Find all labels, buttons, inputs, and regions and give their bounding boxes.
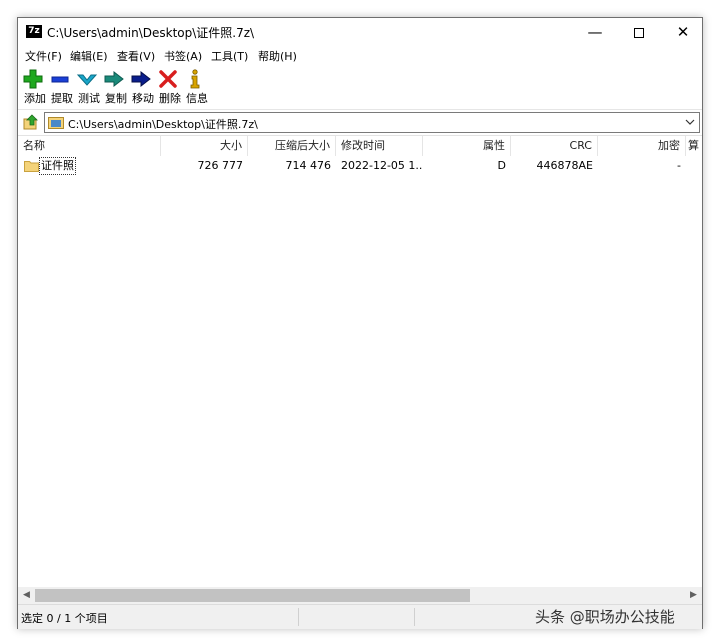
close-icon: ✕ <box>676 23 690 41</box>
column-packed-size[interactable]: 压缩后大小 <box>248 136 336 156</box>
table-row[interactable]: 证件照 726 777 714 476 2022-12-05 1... D 44… <box>18 156 702 176</box>
menu-view[interactable]: 查看(V) <box>117 48 155 64</box>
move-arrow-icon <box>131 70 151 88</box>
address-row: C:\Users\admin\Desktop\证件照.7z\ <box>18 111 702 135</box>
watermark: 头条 @职场办公技能 <box>535 608 675 626</box>
column-size[interactable]: 大小 <box>161 136 248 156</box>
column-method[interactable]: 算 <box>686 136 704 156</box>
column-modified[interactable]: 修改时间 <box>336 136 423 156</box>
folder-icon <box>24 161 39 172</box>
menu-bookmarks[interactable]: 书签(A) <box>164 48 202 64</box>
column-attributes[interactable]: 属性 <box>423 136 511 156</box>
minimize-button[interactable]: — <box>573 18 617 46</box>
archive-window: 7z C:\Users\admin\Desktop\证件照.7z\ — ✕ 文件… <box>17 17 703 629</box>
toolbar: 添加 提取 测试 复制 移动 删除 信息 <box>18 66 702 110</box>
test-icon <box>76 74 98 86</box>
delete-button[interactable]: 删除 <box>157 68 183 108</box>
menu-tools[interactable]: 工具(T) <box>211 48 248 64</box>
column-crc[interactable]: CRC <box>511 136 598 156</box>
go-up-folder-icon[interactable] <box>23 114 39 130</box>
address-bar[interactable]: C:\Users\admin\Desktop\证件照.7z\ <box>44 112 700 133</box>
column-name[interactable]: 名称 <box>18 136 161 156</box>
selection-status: 选定 0 / 1 个项目 <box>21 612 108 625</box>
file-attributes: D <box>497 159 506 172</box>
menu-bar: 文件(F) 编辑(E) 查看(V) 书签(A) 工具(T) 帮助(H) <box>18 46 702 66</box>
7zip-app-icon: 7z <box>26 25 42 38</box>
horizontal-scrollbar[interactable]: ◀ ▶ <box>18 587 702 604</box>
file-name[interactable]: 证件照 <box>39 157 76 175</box>
delete-x-icon <box>159 70 177 88</box>
info-icon <box>190 69 200 89</box>
scroll-left-icon[interactable]: ◀ <box>18 587 35 604</box>
minimize-icon: — <box>587 23 603 41</box>
close-button[interactable]: ✕ <box>661 18 705 46</box>
file-packed-size: 714 476 <box>285 159 332 172</box>
archive-folder-icon <box>48 117 64 129</box>
scrollbar-thumb[interactable] <box>35 589 470 602</box>
title-bar[interactable]: 7z C:\Users\admin\Desktop\证件照.7z\ — ✕ <box>18 18 702 46</box>
status-divider <box>298 608 299 626</box>
chevron-down-icon[interactable] <box>684 116 696 128</box>
extract-icon <box>51 76 69 83</box>
window-title: C:\Users\admin\Desktop\证件照.7z\ <box>47 26 255 40</box>
file-list[interactable]: 名称 大小 压缩后大小 修改时间 属性 CRC 加密 算 证件照 726 777… <box>18 135 702 587</box>
move-button[interactable]: 移动 <box>130 68 156 108</box>
extract-button[interactable]: 提取 <box>49 68 75 108</box>
test-button[interactable]: 测试 <box>76 68 102 108</box>
add-button[interactable]: 添加 <box>22 68 48 108</box>
menu-file[interactable]: 文件(F) <box>25 48 62 64</box>
scroll-right-icon[interactable]: ▶ <box>685 587 702 604</box>
column-encrypted[interactable]: 加密 <box>598 136 686 156</box>
add-icon <box>23 69 43 89</box>
copy-button[interactable]: 复制 <box>103 68 129 108</box>
file-encrypted: - <box>677 159 681 172</box>
info-button[interactable]: 信息 <box>184 68 210 108</box>
file-modified: 2022-12-05 1... <box>341 159 423 172</box>
maximize-button[interactable] <box>617 18 661 46</box>
info-label: 信息 <box>186 92 208 105</box>
list-header: 名称 大小 压缩后大小 修改时间 属性 CRC 加密 算 <box>18 136 702 156</box>
status-divider <box>414 608 415 626</box>
file-crc: 446878AE <box>536 159 593 172</box>
maximize-icon <box>634 27 644 38</box>
menu-edit[interactable]: 编辑(E) <box>70 48 108 64</box>
menu-help[interactable]: 帮助(H) <box>258 48 297 64</box>
copy-arrow-icon <box>104 70 124 88</box>
file-size: 726 777 <box>197 159 244 172</box>
address-value: C:\Users\admin\Desktop\证件照.7z\ <box>68 118 258 131</box>
